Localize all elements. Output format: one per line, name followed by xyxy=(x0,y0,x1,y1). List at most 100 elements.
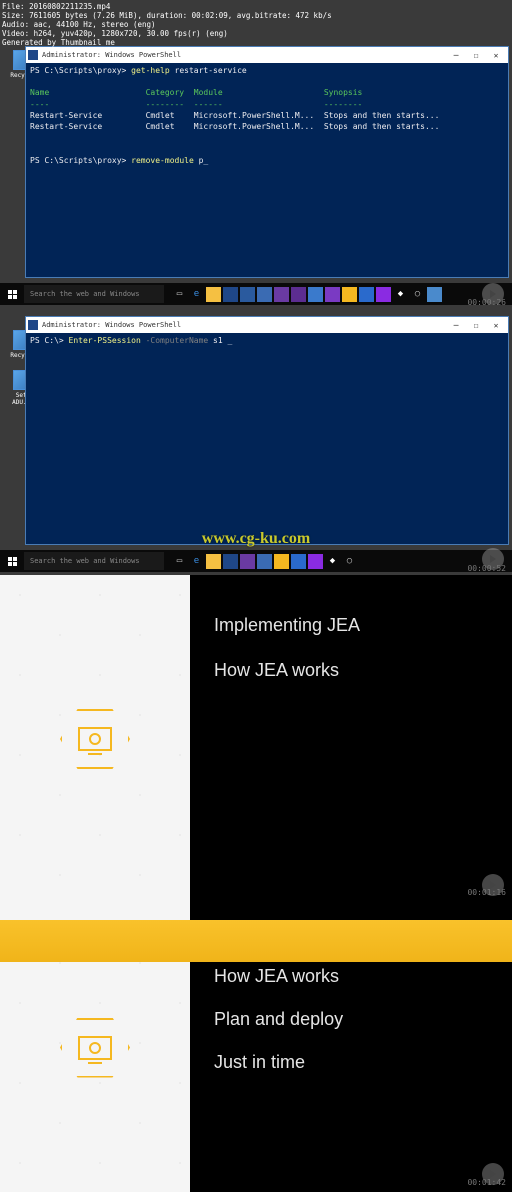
search-input[interactable]: Search the web and Windows xyxy=(24,285,164,303)
powershell-icon xyxy=(28,320,38,330)
titlebar[interactable]: Administrator: Windows PowerShell ─ ☐ ✕ xyxy=(26,317,508,333)
app-icon[interactable] xyxy=(359,287,374,302)
app-icon[interactable] xyxy=(274,554,289,569)
app-icon[interactable] xyxy=(342,287,357,302)
windows-logo-icon xyxy=(8,557,17,566)
app-icon[interactable] xyxy=(308,287,323,302)
cmd-arg: s1 _ xyxy=(208,336,232,345)
slide-content: Implementing JEA How JEA works xyxy=(190,575,512,903)
cmdlet: get-help xyxy=(131,66,170,75)
col-un: -------- xyxy=(146,100,185,109)
brave-icon[interactable] xyxy=(376,287,391,302)
slide-line: Just in time xyxy=(214,1052,488,1073)
explorer-icon[interactable] xyxy=(206,554,221,569)
hex-icon xyxy=(50,694,140,784)
app-icon[interactable] xyxy=(325,287,340,302)
app-icon[interactable]: ○ xyxy=(342,554,357,569)
taskbar[interactable]: Search the web and Windows ▭ e ◆ ○ xyxy=(0,550,512,572)
start-button[interactable] xyxy=(0,283,24,305)
hex-icon xyxy=(50,1003,140,1093)
vs-icon[interactable] xyxy=(291,287,306,302)
col-synopsis: Synopsis xyxy=(324,88,363,97)
terminal-body[interactable]: PS C:\Scripts\proxy> get-help restart-se… xyxy=(26,63,508,277)
cmd-arg: restart-service xyxy=(170,66,247,75)
slide-line: How JEA works xyxy=(214,966,488,987)
taskbar[interactable]: Search the web and Windows ▭ e ◆ ○ xyxy=(0,283,512,305)
search-input[interactable]: Search the web and Windows xyxy=(24,552,164,570)
slide-line: Implementing JEA xyxy=(214,615,488,636)
minimize-button[interactable]: ─ xyxy=(446,318,466,332)
brave-icon[interactable] xyxy=(308,554,323,569)
row-cat: Cmdlet xyxy=(146,111,175,120)
taskbar-icons: ▭ e ◆ ○ xyxy=(172,554,357,569)
timestamp: 00:01:42 xyxy=(467,1178,506,1187)
taskbar-icons: ▭ e ◆ ○ xyxy=(172,287,442,302)
app-icon[interactable] xyxy=(257,554,272,569)
slide-3: Implementing JEA How JEA works xyxy=(0,575,512,903)
col-un: ---- xyxy=(30,100,49,109)
app-icon[interactable] xyxy=(274,287,289,302)
app-icon[interactable] xyxy=(240,554,255,569)
edge-icon[interactable]: e xyxy=(189,287,204,302)
powershell-ise-icon[interactable] xyxy=(240,287,255,302)
meta-size: Size: 7611605 bytes (7.26 MiB), duration… xyxy=(2,11,332,20)
powershell-window-2[interactable]: Administrator: Windows PowerShell ─ ☐ ✕ … xyxy=(25,316,509,545)
cmdlet: remove-module xyxy=(131,156,194,165)
col-un: -------- xyxy=(324,100,363,109)
minimize-button[interactable]: ─ xyxy=(446,48,466,62)
row-name: Restart-Service xyxy=(30,111,102,120)
cmdlet: Enter-PSSession xyxy=(69,336,141,345)
prompt-path: PS C:\> xyxy=(30,336,69,345)
task-view-icon[interactable]: ▭ xyxy=(172,287,187,302)
divider-bar xyxy=(0,920,512,962)
terminal-body[interactable]: PS C:\> Enter-PSSession -ComputerName s1… xyxy=(26,333,508,544)
slide-line: How JEA works xyxy=(214,660,488,681)
powershell-icon xyxy=(28,50,38,60)
start-button[interactable] xyxy=(0,550,24,572)
row-mod: Microsoft.PowerShell.M... xyxy=(194,111,314,120)
app-icon[interactable]: ◆ xyxy=(325,554,340,569)
param: -ComputerName xyxy=(141,336,208,345)
col-un: ------ xyxy=(194,100,223,109)
window-title: Administrator: Windows PowerShell xyxy=(42,321,181,329)
explorer-icon[interactable] xyxy=(206,287,221,302)
slide-graphic xyxy=(0,575,190,903)
app-icon[interactable] xyxy=(257,287,272,302)
close-button[interactable]: ✕ xyxy=(486,48,506,62)
row-syn: Stops and then starts... xyxy=(324,111,440,120)
window-controls: ─ ☐ ✕ xyxy=(446,48,506,62)
edge-icon[interactable]: e xyxy=(189,554,204,569)
maximize-button[interactable]: ☐ xyxy=(466,318,486,332)
app-icon[interactable] xyxy=(427,287,442,302)
app-icon[interactable] xyxy=(291,554,306,569)
task-view-icon[interactable]: ▭ xyxy=(172,554,187,569)
prompt-path: PS C:\Scripts\proxy> xyxy=(30,66,131,75)
row-cat: Cmdlet xyxy=(146,122,175,131)
titlebar[interactable]: Administrator: Windows PowerShell ─ ☐ ✕ xyxy=(26,47,508,63)
video-metadata: File: 20160802211235.mp4 Size: 7611605 b… xyxy=(0,0,334,49)
row-syn: Stops and then starts... xyxy=(324,122,440,131)
col-name: Name xyxy=(30,88,49,97)
powershell-icon[interactable] xyxy=(223,287,238,302)
meta-audio: Audio: aac, 44100 Hz, stereo (eng) xyxy=(2,20,332,29)
powershell-window-1[interactable]: Administrator: Windows PowerShell ─ ☐ ✕ … xyxy=(25,46,509,278)
timestamp: 00:00:52 xyxy=(467,564,506,573)
window-title: Administrator: Windows PowerShell xyxy=(42,51,181,59)
maximize-button[interactable]: ☐ xyxy=(466,48,486,62)
prompt-path: PS C:\Scripts\proxy> xyxy=(30,156,131,165)
windows-logo-icon xyxy=(8,290,17,299)
close-button[interactable]: ✕ xyxy=(486,318,506,332)
slide-line: Plan and deploy xyxy=(214,1009,488,1030)
app-icon[interactable]: ○ xyxy=(410,287,425,302)
meta-file: File: 20160802211235.mp4 xyxy=(2,2,332,11)
col-category: Category xyxy=(146,88,185,97)
meta-video: Video: h264, yuv420p, 1280x720, 30.00 fp… xyxy=(2,29,332,38)
timestamp: 00:01:16 xyxy=(467,888,506,897)
cmd-arg: p_ xyxy=(194,156,208,165)
window-controls: ─ ☐ ✕ xyxy=(446,318,506,332)
powershell-icon[interactable] xyxy=(223,554,238,569)
col-module: Module xyxy=(194,88,223,97)
row-mod: Microsoft.PowerShell.M... xyxy=(194,122,314,131)
watermark: www.cg-ku.com xyxy=(202,530,310,548)
app-icon[interactable]: ◆ xyxy=(393,287,408,302)
